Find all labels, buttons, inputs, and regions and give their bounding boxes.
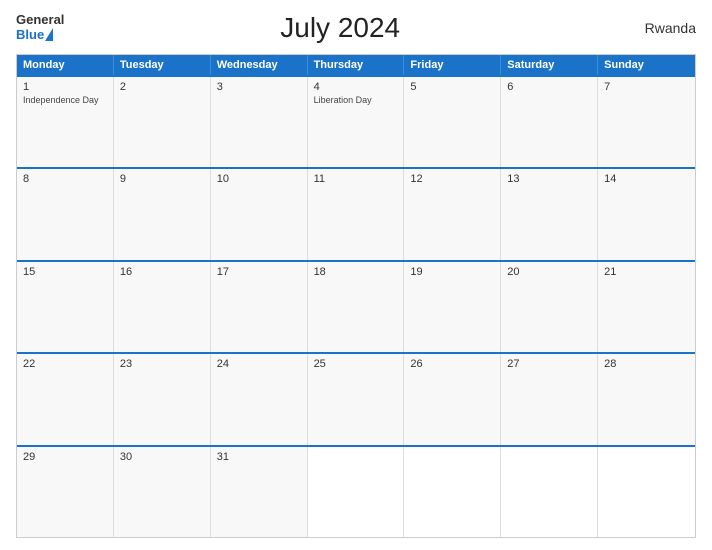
header-wednesday: Wednesday [211,55,308,75]
header-friday: Friday [404,55,501,75]
day-16: 16 [114,262,211,352]
day-29: 29 [17,447,114,537]
header-sunday: Sunday [598,55,695,75]
day-4: 4 Liberation Day [308,77,405,167]
day-20: 20 [501,262,598,352]
day-8: 8 [17,169,114,259]
day-empty-1 [308,447,405,537]
day-empty-3 [501,447,598,537]
day-22: 22 [17,354,114,444]
day-3: 3 [211,77,308,167]
day-9: 9 [114,169,211,259]
calendar-week-2: 8 9 10 11 12 13 14 [17,167,695,259]
header-monday: Monday [17,55,114,75]
country-label: Rwanda [616,20,696,36]
day-6: 6 [501,77,598,167]
logo: General Blue [16,13,64,42]
day-10: 10 [211,169,308,259]
day-25: 25 [308,354,405,444]
day-26: 26 [404,354,501,444]
calendar-week-5: 29 30 31 [17,445,695,537]
day-30: 30 [114,447,211,537]
day-31: 31 [211,447,308,537]
day-13: 13 [501,169,598,259]
logo-text-general: General [16,13,64,27]
header-tuesday: Tuesday [114,55,211,75]
day-24: 24 [211,354,308,444]
day-11: 11 [308,169,405,259]
calendar: Monday Tuesday Wednesday Thursday Friday… [16,54,696,538]
day-19: 19 [404,262,501,352]
calendar-title: July 2024 [64,12,616,44]
day-5: 5 [404,77,501,167]
day-7: 7 [598,77,695,167]
day-1: 1 Independence Day [17,77,114,167]
logo-text-blue: Blue [16,28,44,42]
calendar-week-1: 1 Independence Day 2 3 4 Liberation Day … [17,75,695,167]
day-23: 23 [114,354,211,444]
day-27: 27 [501,354,598,444]
calendar-week-4: 22 23 24 25 26 27 28 [17,352,695,444]
day-21: 21 [598,262,695,352]
day-17: 17 [211,262,308,352]
day-15: 15 [17,262,114,352]
day-empty-2 [404,447,501,537]
day-empty-4 [598,447,695,537]
day-18: 18 [308,262,405,352]
calendar-body: 1 Independence Day 2 3 4 Liberation Day … [17,75,695,537]
day-28: 28 [598,354,695,444]
header-thursday: Thursday [308,55,405,75]
page: General Blue July 2024 Rwanda Monday Tue… [0,0,712,550]
day-2: 2 [114,77,211,167]
day-12: 12 [404,169,501,259]
calendar-header: Monday Tuesday Wednesday Thursday Friday… [17,55,695,75]
logo-triangle-icon [45,28,53,41]
day-14: 14 [598,169,695,259]
header: General Blue July 2024 Rwanda [16,12,696,44]
header-saturday: Saturday [501,55,598,75]
calendar-week-3: 15 16 17 18 19 20 21 [17,260,695,352]
